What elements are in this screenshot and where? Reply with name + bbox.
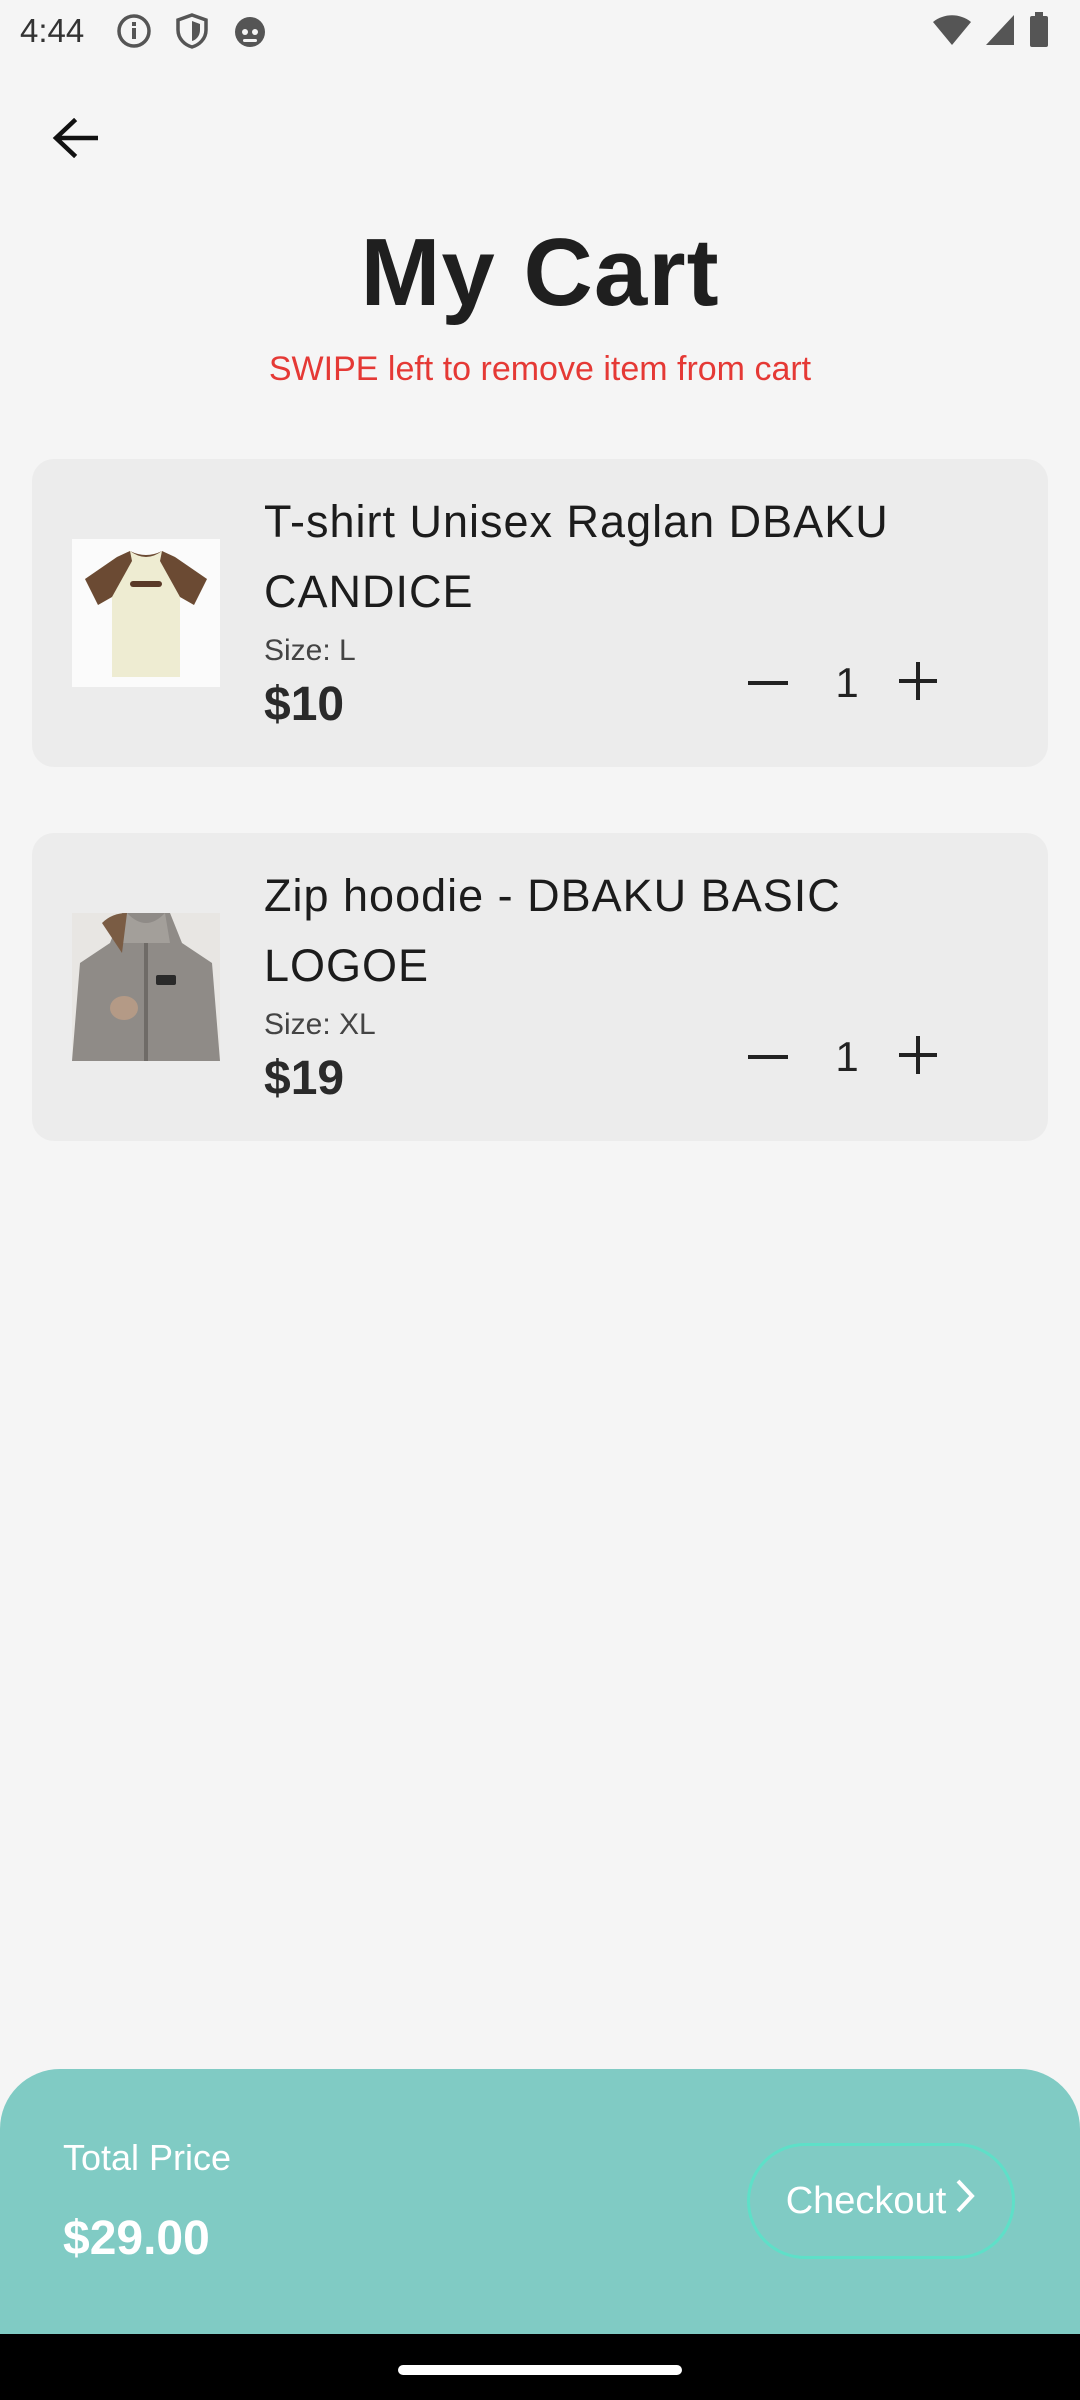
chevron-right-icon: [954, 2178, 976, 2224]
item-size: Size: XL: [264, 1008, 376, 1041]
home-indicator[interactable]: [398, 2365, 682, 2375]
checkout-panel: Total Price $29.00 Checkout: [0, 2069, 1080, 2334]
battery-icon: [1028, 12, 1050, 53]
signal-icon: [984, 13, 1016, 52]
arrow-left-icon: [52, 117, 99, 163]
cat-icon: [231, 12, 269, 50]
quantity-value: 1: [835, 1033, 859, 1080]
minus-icon: [746, 1048, 790, 1066]
status-icons-right: [932, 12, 1050, 53]
total-price-value: $29.00: [63, 2212, 210, 2265]
swipe-hint: SWIPE left to remove item from cart: [268, 350, 812, 388]
item-size: Size: L: [264, 634, 356, 667]
cart-item[interactable]: Zip hoodie - DBAKU BASIC LOGOE Size: XL …: [32, 833, 1048, 1141]
info-icon: [115, 12, 153, 50]
hoodie-image: [72, 913, 220, 1061]
back-button[interactable]: [40, 105, 110, 175]
page-title: My Cart: [360, 219, 720, 326]
minus-icon: [746, 674, 790, 692]
decrease-quantity-button[interactable]: [740, 1029, 796, 1085]
system-navigation-bar: [0, 2334, 1080, 2400]
item-price: $10: [264, 678, 345, 731]
item-name: T-shirt Unisex Raglan DBAKU CANDICE: [264, 496, 889, 617]
quantity-value: 1: [835, 659, 859, 706]
shield-icon: [173, 12, 211, 50]
checkout-label: Checkout: [785, 2179, 947, 2222]
status-time: 4:44: [20, 12, 85, 49]
item-name: Zip hoodie - DBAKU BASIC LOGOE: [264, 870, 841, 991]
tshirt-image: [72, 539, 220, 687]
increase-quantity-button[interactable]: [890, 1029, 946, 1085]
cart-item[interactable]: T-shirt Unisex Raglan DBAKU CANDICE Size…: [32, 459, 1048, 767]
status-bar: 4:44: [0, 0, 1080, 62]
plus-icon: [897, 660, 939, 707]
checkout-button[interactable]: Checkout: [747, 2143, 1015, 2259]
plus-icon: [897, 1034, 939, 1081]
total-price-label: Total Price: [63, 2137, 232, 2178]
item-price: $19: [264, 1052, 345, 1105]
status-icons-left: [115, 12, 269, 50]
decrease-quantity-button[interactable]: [740, 655, 796, 711]
increase-quantity-button[interactable]: [890, 655, 946, 711]
wifi-icon: [932, 13, 972, 52]
